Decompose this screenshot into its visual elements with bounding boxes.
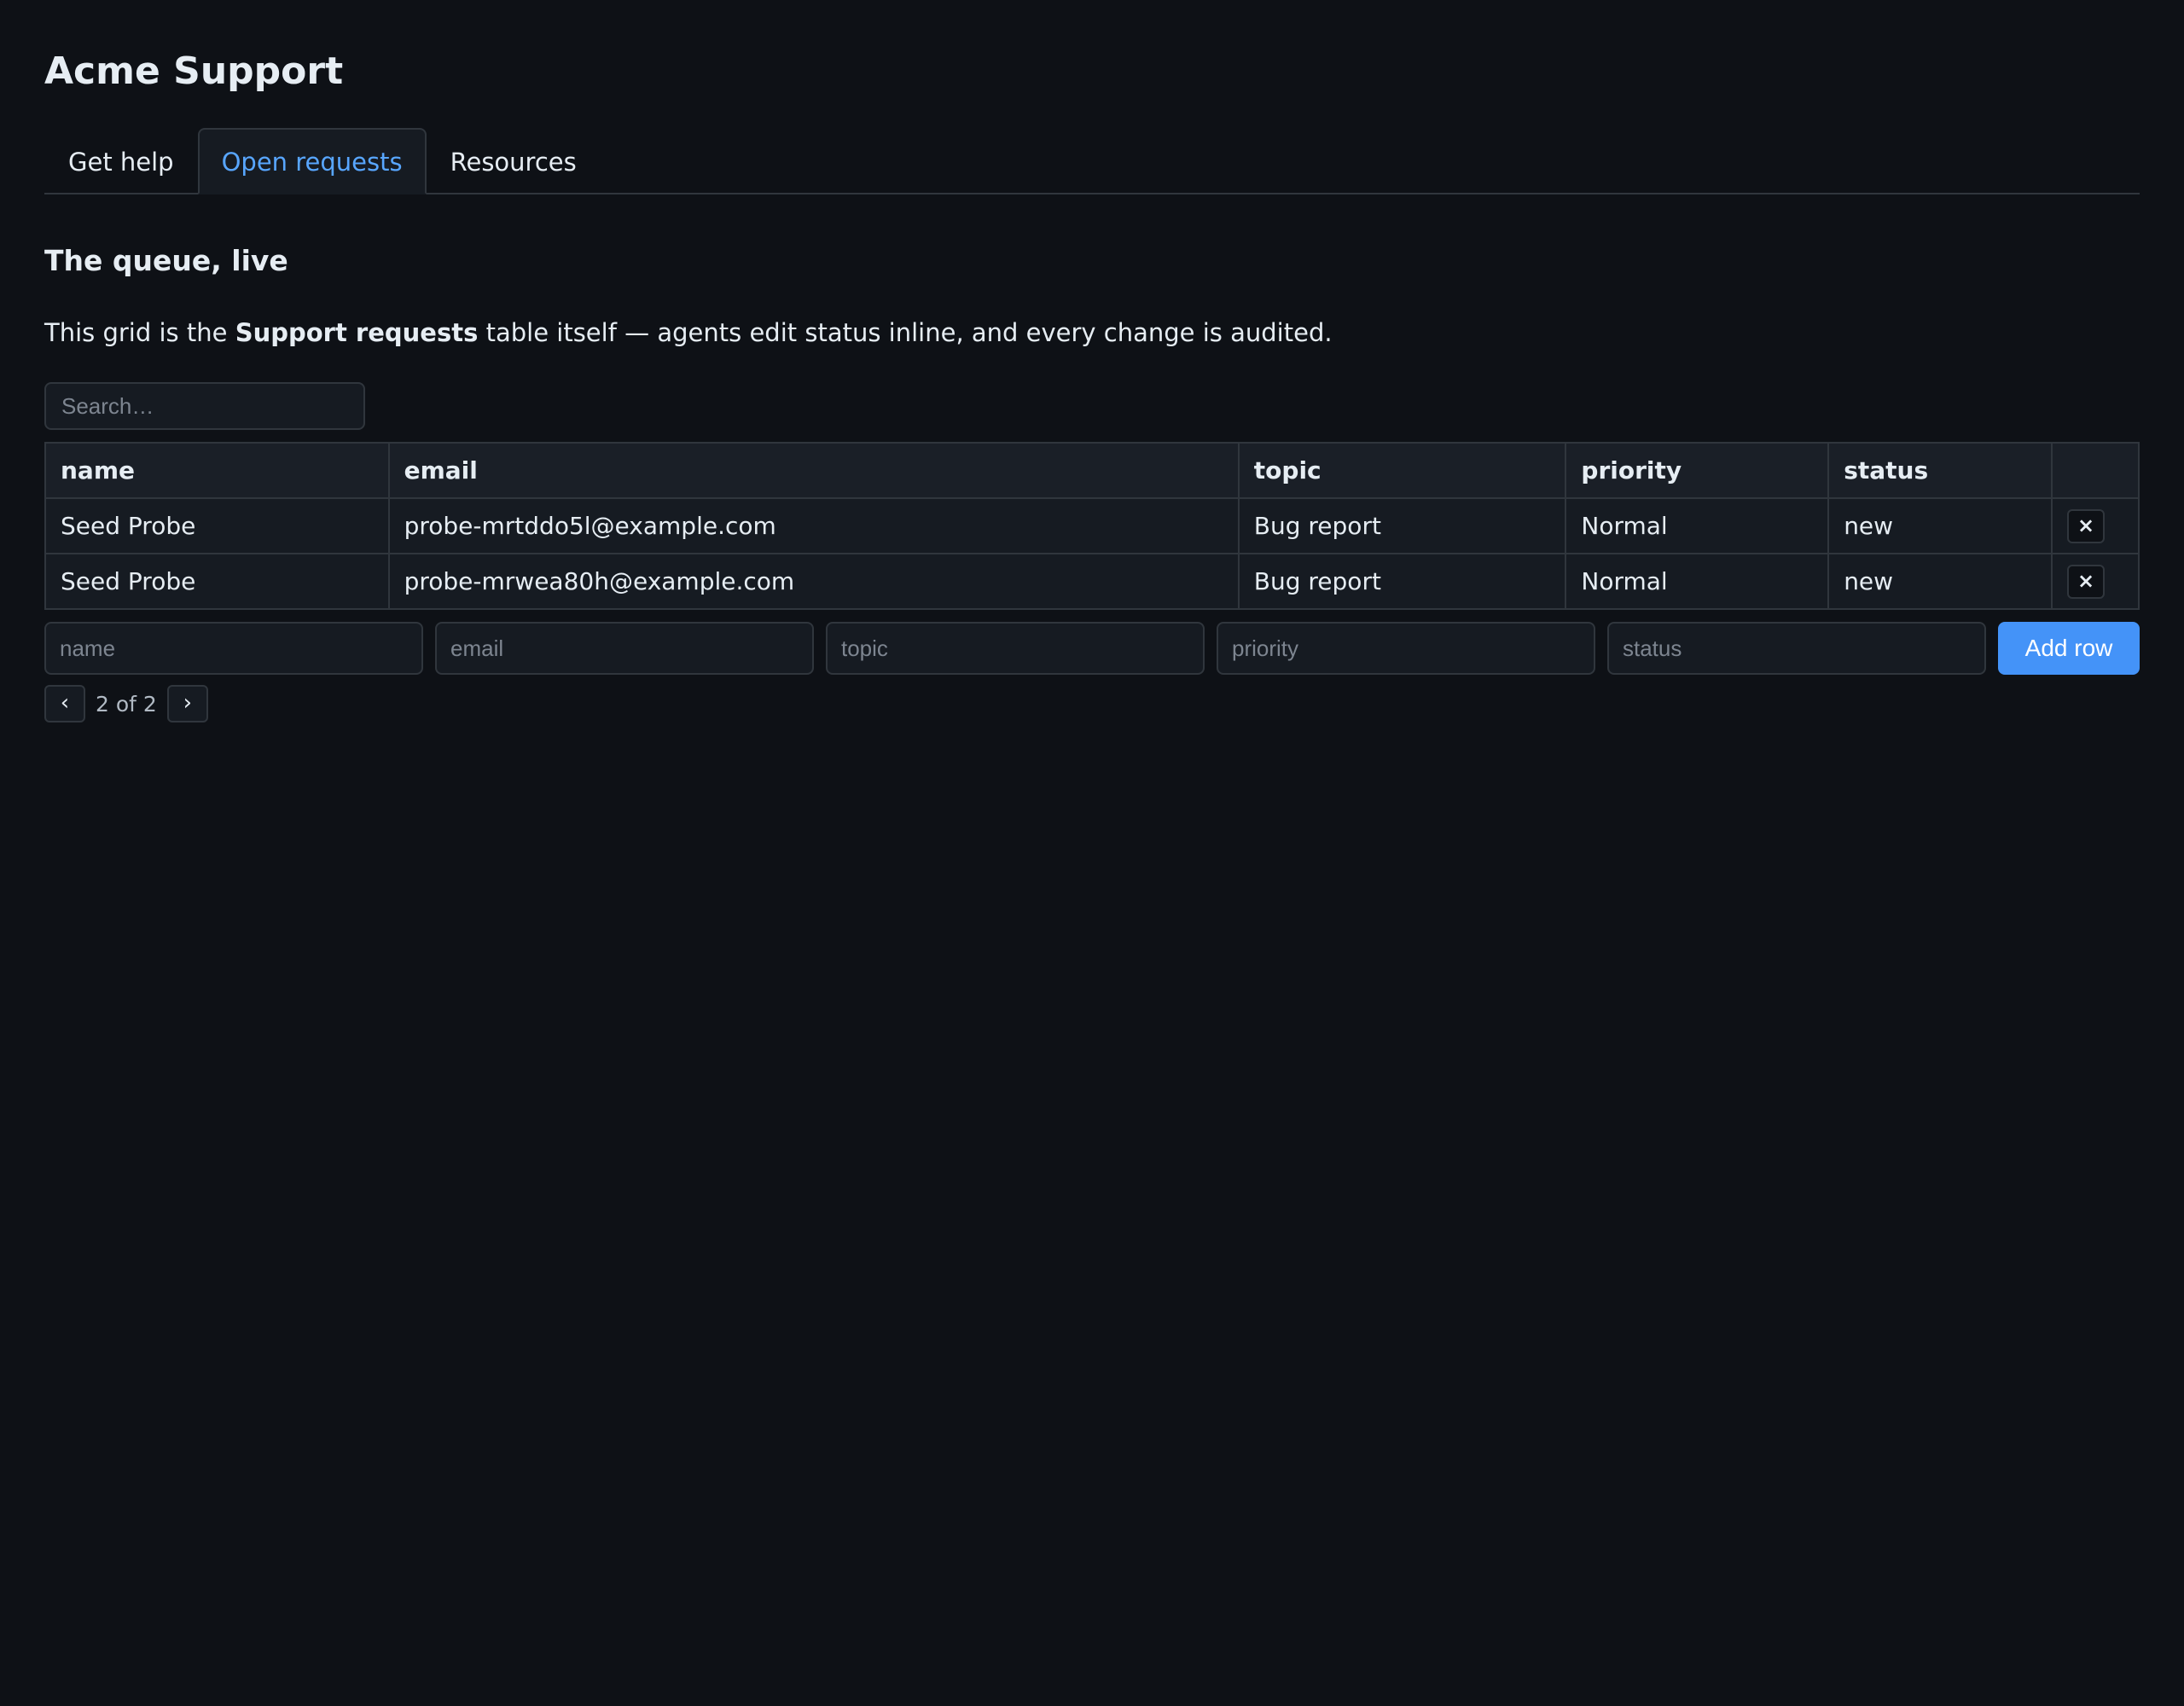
cell-actions: × bbox=[2051, 553, 2140, 610]
cell-priority[interactable]: Normal bbox=[1565, 497, 1830, 554]
section-title: The queue, live bbox=[44, 244, 288, 277]
next-page-button[interactable]: › bbox=[166, 685, 208, 722]
table-row: Seed Probe probe-mrwea80h@example.com Bu… bbox=[44, 553, 2140, 610]
cell-name[interactable]: Seed Probe bbox=[44, 553, 390, 610]
cell-status[interactable]: new bbox=[1827, 497, 2053, 554]
tab-open-requests[interactable]: Open requests bbox=[197, 128, 427, 194]
cell-email[interactable]: probe-mrtddo5l@example.com bbox=[387, 497, 1240, 554]
column-header-actions bbox=[2051, 442, 2140, 499]
cell-actions: × bbox=[2051, 497, 2140, 554]
tab-get-help[interactable]: Get help bbox=[44, 128, 198, 194]
cell-status[interactable]: new bbox=[1827, 553, 2053, 610]
column-header-topic[interactable]: topic bbox=[1237, 442, 1567, 499]
new-name-input[interactable] bbox=[44, 622, 423, 675]
desc-text-before: This grid is the bbox=[44, 318, 235, 347]
cell-priority[interactable]: Normal bbox=[1565, 553, 1830, 610]
page: Acme Support Get help Open requests Reso… bbox=[0, 0, 2184, 767]
new-priority-input[interactable] bbox=[1217, 622, 1595, 675]
add-row-button[interactable]: Add row bbox=[1998, 622, 2140, 675]
desc-table-name: Support requests bbox=[235, 318, 479, 347]
new-topic-input[interactable] bbox=[826, 622, 1205, 675]
tab-bar: Get help Open requests Resources bbox=[44, 128, 2140, 194]
column-header-email[interactable]: email bbox=[387, 442, 1240, 499]
requests-table: name email topic priority status Seed Pr… bbox=[44, 442, 2140, 610]
delete-row-button[interactable]: × bbox=[2067, 564, 2105, 599]
page-indicator: 2 of 2 bbox=[96, 691, 157, 717]
table-header-row: name email topic priority status bbox=[44, 442, 2140, 499]
cell-email[interactable]: probe-mrwea80h@example.com bbox=[387, 553, 1240, 610]
search-input[interactable] bbox=[44, 382, 365, 430]
column-header-priority[interactable]: priority bbox=[1565, 442, 1830, 499]
prev-page-button[interactable]: ‹ bbox=[44, 685, 85, 722]
delete-row-button[interactable]: × bbox=[2067, 508, 2105, 543]
cell-topic[interactable]: Bug report bbox=[1237, 553, 1567, 610]
app-title: Acme Support bbox=[44, 49, 344, 93]
new-status-input[interactable] bbox=[1607, 622, 1986, 675]
table-row: Seed Probe probe-mrtddo5l@example.com Bu… bbox=[44, 497, 2140, 554]
column-header-status[interactable]: status bbox=[1827, 442, 2053, 499]
section-description: This grid is the Support requests table … bbox=[44, 314, 2140, 351]
tab-resources[interactable]: Resources bbox=[427, 128, 601, 194]
cell-name[interactable]: Seed Probe bbox=[44, 497, 390, 554]
cell-topic[interactable]: Bug report bbox=[1237, 497, 1567, 554]
column-header-name[interactable]: name bbox=[44, 442, 390, 499]
desc-text-after: table itself — agents edit status inline… bbox=[478, 318, 1333, 347]
new-email-input[interactable] bbox=[435, 622, 814, 675]
add-row-form: Add row bbox=[44, 622, 2140, 675]
pagination: ‹ 2 of 2 › bbox=[44, 685, 2140, 722]
